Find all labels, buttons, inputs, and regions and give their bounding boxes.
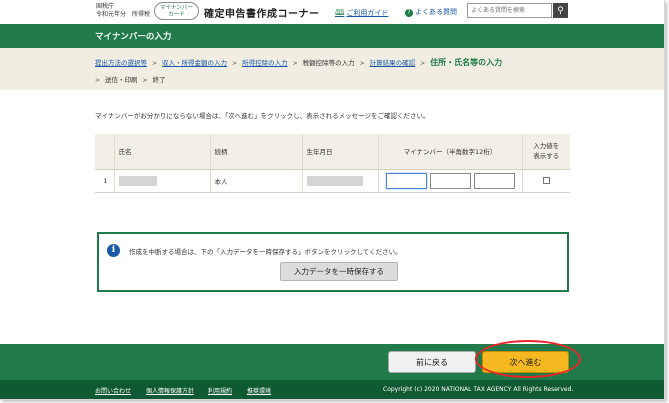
breadcrumb-step-calc-result[interactable]: 計算結果の確認	[370, 59, 416, 67]
row-relationship-cell: 本人	[209, 169, 302, 193]
bottom-navigation-bar: 前に戻る 次へ進む	[0, 344, 664, 380]
row-mynumber-cell	[377, 169, 522, 193]
show-value-checkbox[interactable]	[542, 177, 550, 184]
mynumber-input-part-2[interactable]	[429, 172, 471, 189]
page-title: マイナンバーの入力	[95, 32, 172, 42]
mynumber-input-part-1[interactable]	[385, 172, 427, 189]
breadcrumb-step-send-print: 送信・印刷	[105, 76, 138, 84]
agency-name: 国税庁	[96, 3, 115, 10]
breadcrumb-step-finish: 終了	[152, 76, 166, 84]
agency-label: 国税庁 令和元年分 所得税	[96, 3, 150, 19]
col-relationship-header: 続柄	[209, 134, 302, 170]
browser-viewport: 国税庁 令和元年分 所得税 マイナンバー カード 確定申告書作成コーナー 🕮 ご利…	[0, 0, 665, 400]
faq-search-input[interactable]	[467, 3, 552, 18]
chevron-right-icon: >	[95, 77, 101, 84]
page-title-bar: マイナンバーの入力	[0, 24, 664, 48]
chevron-right-icon: >	[232, 60, 238, 67]
col-birthdate-header: 生年月日	[301, 134, 378, 170]
footer-link-terms[interactable]: 利用規約	[208, 386, 232, 395]
site-footer: お問い合わせ 個人情報保護方針 利用規約 推奨環境 Copyright (c) …	[0, 380, 664, 399]
breadcrumb-row-2: > 送信・印刷 > 終了	[95, 74, 166, 84]
book-icon: 🕮	[335, 8, 345, 17]
show-value-header-line-2: 表示する	[533, 152, 560, 161]
row-number: 1	[95, 169, 114, 193]
tax-year-label: 令和元年分 所得税	[96, 11, 151, 18]
show-value-header-line-1: 入力値を	[533, 142, 560, 151]
badge-line-2: カード	[168, 12, 185, 18]
instruction-text: マイナンバーがお分かりにならない場合は、「次へ進む」をクリックし、表示されるメッ…	[95, 112, 430, 120]
footer-link-environment[interactable]: 推奨環境	[247, 386, 271, 395]
col-no-header	[95, 134, 114, 170]
redacted-name	[118, 175, 157, 186]
footer-link-contact[interactable]: お問い合わせ	[95, 386, 131, 395]
faq-link[interactable]: ? よくある質問	[405, 7, 457, 17]
chevron-right-icon: >	[420, 60, 426, 67]
save-info-text: 作成を中断する場合は、下の「入力データを一時保存する」ボタンをクリックしてくださ…	[129, 248, 402, 256]
question-icon: ?	[405, 9, 413, 17]
search-icon: ⚲	[557, 5, 564, 15]
breadcrumb-step-current: 住所・氏名等の入力	[430, 58, 503, 67]
footer-link-privacy[interactable]: 個人情報保護方針	[146, 386, 194, 395]
row-name-cell	[113, 169, 210, 193]
save-temporary-data-button[interactable]: 入力データを一時保存する	[280, 262, 398, 281]
faq-label: よくある質問	[415, 8, 457, 16]
usage-guide-label: ご利用ガイド	[346, 9, 389, 17]
mynumber-table: 氏名 続柄 生年月日 マイナンバー（半角数字12桁） 入力値を 表示する 1 本…	[95, 134, 570, 193]
breadcrumb-step-tax-credits: 税額控除等の入力	[302, 59, 355, 67]
mynumber-inputs	[383, 172, 518, 189]
col-mynumber-header: マイナンバー（半角数字12桁）	[377, 134, 522, 170]
copyright-text: Copyright (c) 2020 NATIONAL TAX AGENCY A…	[383, 386, 574, 393]
next-button[interactable]: 次へ進む	[482, 351, 569, 373]
badge-line-1: マイナンバー	[160, 5, 193, 11]
breadcrumb-row-1: 提出方法の選択等 > 収入・所得金額の入力 > 所得控除の入力 > 税額控除等の入力 > 計算結…	[95, 57, 502, 68]
info-icon: i	[107, 244, 120, 257]
back-button[interactable]: 前に戻る	[388, 351, 476, 373]
table-header-row: 氏名 続柄 生年月日 マイナンバー（半角数字12桁） 入力値を 表示する	[95, 134, 570, 170]
row-birthdate-cell	[301, 169, 378, 193]
col-show-value-header: 入力値を 表示する	[521, 134, 570, 170]
search-button[interactable]: ⚲	[553, 3, 568, 18]
chevron-right-icon: >	[292, 60, 298, 67]
usage-guide-link[interactable]: 🕮 ご利用ガイド	[335, 7, 388, 21]
redacted-birthdate	[306, 175, 363, 186]
mynumber-input-part-3[interactable]	[473, 172, 515, 189]
site-title: 確定申告書作成コーナー	[204, 9, 320, 20]
col-name-header: 氏名	[113, 134, 210, 170]
breadcrumb-step-income[interactable]: 収入・所得金額の入力	[162, 59, 227, 67]
breadcrumb: 提出方法の選択等 > 収入・所得金額の入力 > 所得控除の入力 > 税額控除等の入力 > 計算結…	[0, 48, 664, 90]
save-info-box: i 作成を中断する場合は、下の「入力データを一時保存する」ボタンをクリックしてく…	[97, 232, 569, 292]
chevron-right-icon: >	[152, 60, 158, 67]
site-header: 国税庁 令和元年分 所得税 マイナンバー カード 確定申告書作成コーナー 🕮 ご利…	[0, 0, 664, 24]
mynumber-card-badge: マイナンバー カード	[154, 2, 199, 20]
row-show-value-cell	[521, 169, 570, 193]
chevron-right-icon: >	[142, 77, 148, 84]
chevron-right-icon: >	[359, 60, 365, 67]
breadcrumb-step-submission-method[interactable]: 提出方法の選択等	[95, 59, 147, 67]
table-row: 1 本人	[95, 169, 570, 193]
breadcrumb-step-deductions[interactable]: 所得控除の入力	[242, 59, 288, 67]
